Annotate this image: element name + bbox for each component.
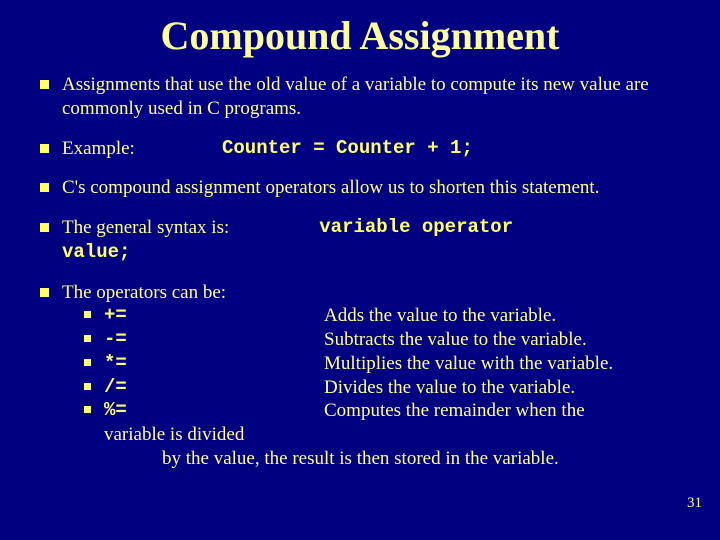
- bullet-3-text: C's compound assignment operators allow …: [62, 177, 599, 198]
- bullet-4-code2: value;: [62, 241, 130, 263]
- bullet-4-code1: variable operator: [319, 216, 513, 240]
- op-sym-0: +=: [104, 304, 324, 328]
- op-sym-3: /=: [104, 376, 324, 400]
- bullet-1-text: Assignments that use the old value of a …: [62, 74, 649, 119]
- bullet-2-label: Example:: [62, 137, 222, 161]
- bullet-4: The general syntax is: variable operator…: [40, 216, 680, 265]
- bullet-list: Assignments that use the old value of a …: [40, 73, 680, 471]
- op-sym-1: -=: [104, 328, 324, 352]
- bullet-5-lead: The operators can be:: [62, 282, 226, 303]
- trail-line-1: variable is divided: [62, 423, 680, 447]
- op-row-2: *= Multiplies the value with the variabl…: [84, 352, 680, 376]
- bullet-4-left: The general syntax is:: [62, 216, 229, 240]
- op-desc-0: Adds the value to the variable.: [324, 304, 680, 328]
- operator-list: += Adds the value to the variable. -= Su…: [62, 304, 680, 423]
- bullet-1: Assignments that use the old value of a …: [40, 73, 680, 121]
- bullet-3: C's compound assignment operators allow …: [40, 176, 680, 200]
- trail-line-2: by the value, the result is then stored …: [62, 447, 680, 471]
- page-number: 31: [687, 495, 702, 512]
- op-row-3: /= Divides the value to the variable.: [84, 376, 680, 400]
- op-desc-4: Computes the remainder when the: [324, 399, 680, 423]
- bullet-2-code: Counter = Counter + 1;: [222, 137, 473, 161]
- op-sym-4: %=: [104, 399, 324, 423]
- op-row-1: -= Subtracts the value to the variable.: [84, 328, 680, 352]
- op-desc-2: Multiplies the value with the variable.: [324, 352, 680, 376]
- op-row-4: %= Computes the remainder when the: [84, 399, 680, 423]
- bullet-5: The operators can be: += Adds the value …: [40, 281, 680, 471]
- op-desc-1: Subtracts the value to the variable.: [324, 328, 680, 352]
- page-title: Compound Assignment: [40, 12, 680, 59]
- bullet-2: Example: Counter = Counter + 1;: [40, 137, 680, 161]
- op-row-0: += Adds the value to the variable.: [84, 304, 680, 328]
- op-sym-2: *=: [104, 352, 324, 376]
- op-desc-3: Divides the value to the variable.: [324, 376, 680, 400]
